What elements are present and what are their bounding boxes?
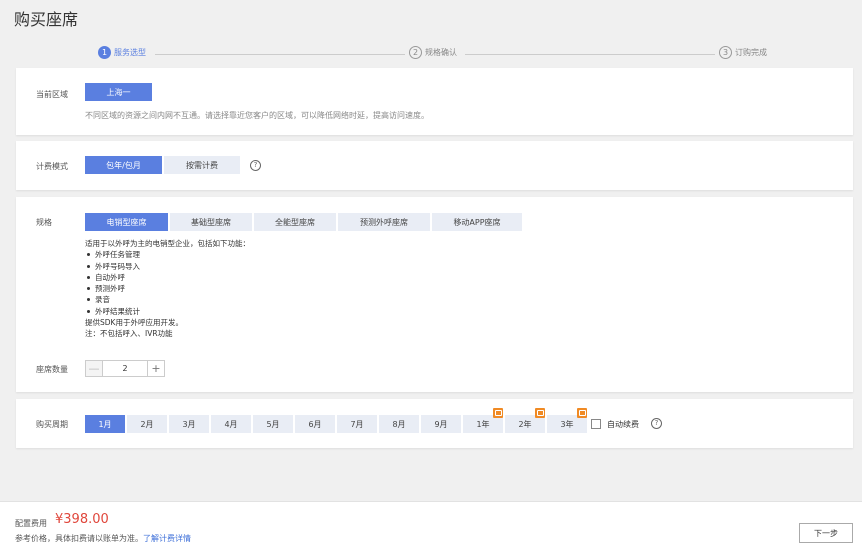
feature-list: 外呼任务管理 外呼号码导入 自动外呼 预测外呼 录音 外呼结果统计 (85, 249, 250, 317)
list-item: 预测外呼 (85, 283, 250, 294)
period-6-month-button[interactable]: 6月 (295, 415, 335, 433)
step-label: 规格确认 (425, 48, 457, 57)
billing-on-demand-button[interactable]: 按需计费 (164, 156, 240, 174)
list-item: 外呼号码导入 (85, 261, 250, 272)
list-item: 自动外呼 (85, 272, 250, 283)
fee-note-text: 参考价格，具体扣费请以账单为准。 (15, 534, 143, 543)
help-icon[interactable]: ? (250, 160, 261, 171)
step-label: 服务选型 (114, 48, 146, 57)
step-number: 2 (409, 46, 422, 59)
auto-renew-checkbox[interactable] (591, 419, 601, 429)
region-panel: 当前区域 上海一 不同区域的资源之间内网不互通。请选择靠近您客户的区域，可以降低… (16, 68, 853, 135)
step-connector (155, 54, 405, 55)
step-number: 1 (98, 46, 111, 59)
period-4-month-button[interactable]: 4月 (211, 415, 251, 433)
billing-panel: 计费模式 包年/包月 按需计费 ? (16, 141, 853, 190)
spec-intro: 适用于以外呼为主的电销型企业，包括如下功能： (85, 239, 250, 248)
spec-label: 规格 (36, 218, 52, 227)
period-1-month-button[interactable]: 1月 (85, 415, 125, 433)
tab-full-seat[interactable]: 全能型座席 (254, 213, 336, 231)
decrement-button[interactable]: — (86, 361, 103, 376)
period-7-month-button[interactable]: 7月 (337, 415, 377, 433)
step-connector (465, 54, 715, 55)
tab-basic-seat[interactable]: 基础型座席 (170, 213, 252, 231)
spec-panel: 规格 电销型座席 基础型座席 全能型座席 预测外呼座席 移动APP座席 适用于以… (16, 197, 853, 392)
discount-badge-icon (493, 408, 503, 418)
sdk-note: 提供SDK用于外呼应用开发。 (85, 318, 183, 328)
tab-predictive-outbound-seat[interactable]: 预测外呼座席 (338, 213, 430, 231)
tab-telesales-seat[interactable]: 电销型座席 (85, 213, 168, 231)
period-9-month-button[interactable]: 9月 (421, 415, 461, 433)
spec-note: 注：不包括呼入、IVR功能 (85, 329, 173, 339)
tab-mobile-app-seat[interactable]: 移动APP座席 (432, 213, 522, 231)
list-item: 外呼结果统计 (85, 306, 250, 317)
step-label: 订购完成 (735, 48, 767, 57)
period-panel: 购买周期 1月 2月 3月 4月 5月 6月 7月 8月 9月 1年 2年 3年… (16, 399, 853, 448)
fee-label: 配置费用 (15, 519, 47, 528)
step-order-complete: 3 订购完成 (719, 46, 767, 59)
list-item: 录音 (85, 294, 250, 305)
region-hint: 不同区域的资源之间内网不互通。请选择靠近您客户的区域，可以降低网络时延，提高访问… (85, 111, 429, 120)
billing-yearly-monthly-button[interactable]: 包年/包月 (85, 156, 162, 174)
quantity-input[interactable]: 2 (103, 361, 147, 376)
billing-label: 计费模式 (36, 162, 68, 171)
step-service-selection: 1 服务选型 (98, 46, 146, 59)
increment-button[interactable]: + (147, 361, 164, 376)
list-item: 外呼任务管理 (85, 249, 250, 260)
period-8-month-button[interactable]: 8月 (379, 415, 419, 433)
next-button[interactable]: 下一步 (799, 523, 853, 543)
page-title: 购买座席 (14, 10, 79, 29)
period-3-month-button[interactable]: 3月 (169, 415, 209, 433)
quantity-stepper: — 2 + (85, 360, 165, 377)
period-2-month-button[interactable]: 2月 (127, 415, 167, 433)
step-number: 3 (719, 46, 732, 59)
period-5-month-button[interactable]: 5月 (253, 415, 293, 433)
region-shanghai-button[interactable]: 上海一 (85, 83, 152, 101)
fee-note: 参考价格，具体扣费请以账单为准。了解计费详情 (15, 533, 191, 544)
period-label: 购买周期 (36, 420, 68, 429)
billing-details-link[interactable]: 了解计费详情 (143, 534, 191, 543)
footer-bar: 配置费用 ¥398.00 参考价格，具体扣费请以账单为准。了解计费详情 下一步 (0, 501, 862, 548)
fee-value: ¥398.00 (55, 512, 109, 527)
auto-renew-label: 自动续费 (607, 420, 639, 429)
discount-badge-icon (577, 408, 587, 418)
help-icon[interactable]: ? (651, 418, 662, 429)
discount-badge-icon (535, 408, 545, 418)
progress-steps: 1 服务选型 2 规格确认 3 订购完成 (0, 44, 862, 62)
step-spec-confirm: 2 规格确认 (409, 46, 457, 59)
quantity-label: 座席数量 (36, 365, 68, 374)
spec-description: 适用于以外呼为主的电销型企业，包括如下功能： 外呼任务管理 外呼号码导入 自动外… (85, 238, 250, 340)
region-label: 当前区域 (36, 90, 68, 99)
